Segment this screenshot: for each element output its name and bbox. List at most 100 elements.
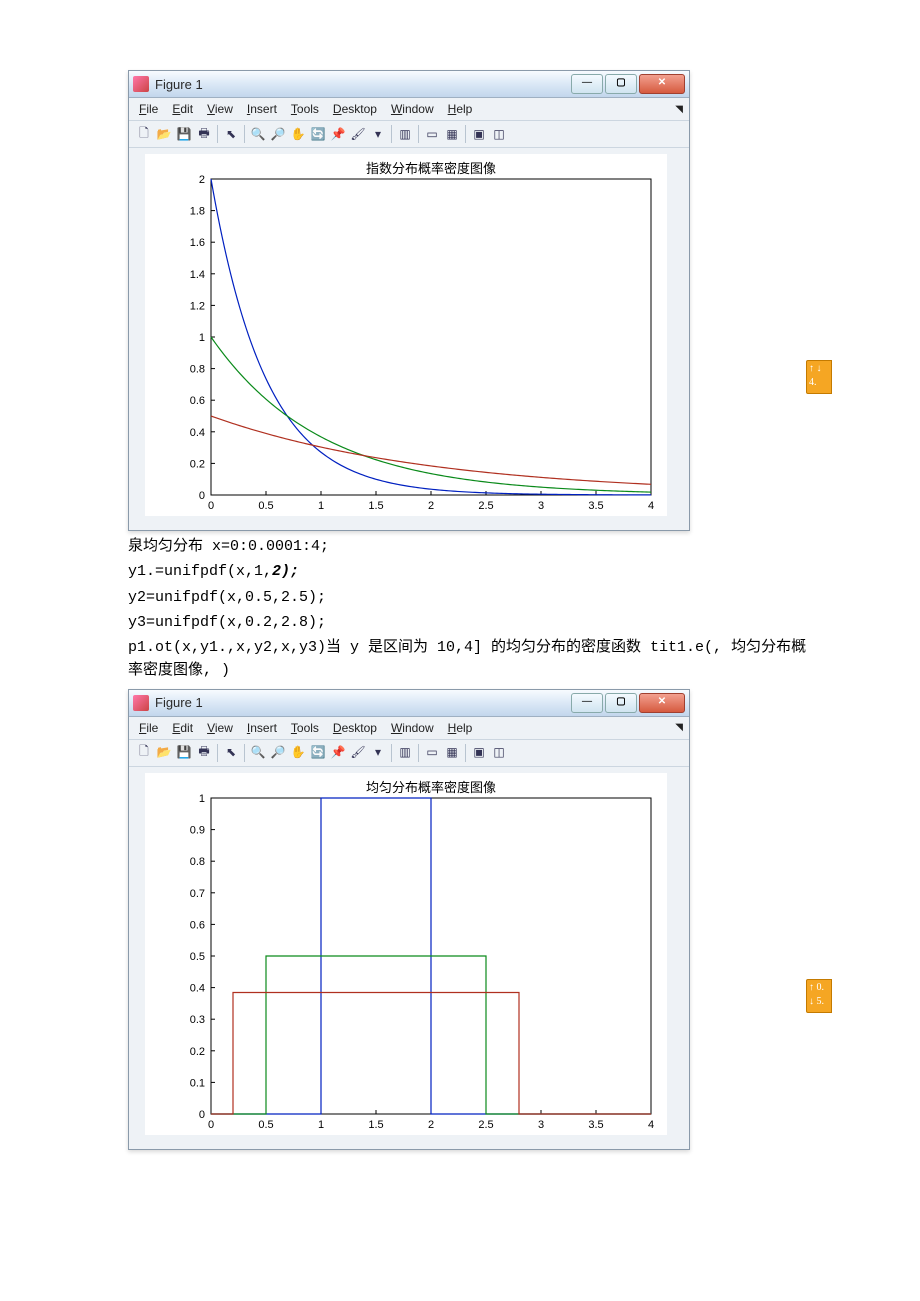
open-icon[interactable]: 📂 — [155, 125, 173, 143]
svg-text:0: 0 — [199, 1109, 205, 1121]
side-tab[interactable]: ↑ 0. ↓ 5. — [806, 979, 832, 1013]
zoom-in-icon[interactable]: 🔍 — [249, 744, 267, 762]
svg-text:0.8: 0.8 — [190, 364, 205, 376]
matlab-icon — [133, 76, 149, 92]
svg-text:1.6: 1.6 — [190, 237, 205, 249]
data-cursor-icon[interactable]: 📌 — [329, 744, 347, 762]
insert-colorbar-icon[interactable]: ▦ — [443, 744, 461, 762]
menu-tools[interactable]: Tools — [291, 721, 319, 735]
menu-file[interactable]: File — [139, 102, 158, 116]
data-cursor-icon[interactable]: 📌 — [329, 125, 347, 143]
insert-legend-icon[interactable]: ▭ — [423, 744, 441, 762]
svg-text:1: 1 — [199, 793, 205, 805]
new-icon[interactable]: 🗋 — [135, 125, 153, 143]
svg-text:0.6: 0.6 — [190, 395, 205, 407]
titlebar[interactable]: Figure 1 — ▢ ✕ — [129, 690, 689, 717]
colorbar-icon[interactable]: ▥ — [396, 125, 414, 143]
zoom-out-icon[interactable]: 🔎 — [269, 125, 287, 143]
zoom-out-icon[interactable]: 🔎 — [269, 744, 287, 762]
pan-icon[interactable]: ✋ — [289, 125, 307, 143]
svg-text:0.4: 0.4 — [190, 982, 205, 994]
link-icon[interactable]: ▾ — [369, 125, 387, 143]
svg-text:0.4: 0.4 — [190, 427, 205, 439]
zoom-in-icon[interactable]: 🔍 — [249, 125, 267, 143]
close-button[interactable]: ✕ — [639, 74, 685, 94]
print-icon[interactable]: 🖶 — [195, 125, 213, 143]
code-line: p1.ot(x,y1.,x,y2,x,y3)当 y 是区间为 10,4] 的均匀… — [128, 636, 810, 683]
maximize-button[interactable]: ▢ — [605, 74, 637, 94]
open-icon[interactable]: 📂 — [155, 744, 173, 762]
uniform-chart: 均匀分布概率密度图像00.511.522.533.5400.10.20.30.4… — [145, 773, 667, 1135]
new-icon[interactable]: 🗋 — [135, 744, 153, 762]
insert-legend-icon[interactable]: ▭ — [423, 125, 441, 143]
brush-icon[interactable]: 🖌 — [349, 744, 367, 762]
pointer-icon[interactable]: ⬉ — [222, 125, 240, 143]
menu-insert[interactable]: Insert — [247, 721, 277, 735]
minimize-button[interactable]: — — [571, 74, 603, 94]
maximize-button[interactable]: ▢ — [605, 693, 637, 713]
insert-colorbar-icon[interactable]: ▦ — [443, 125, 461, 143]
rotate-icon[interactable]: 🔄 — [309, 125, 327, 143]
menu-view[interactable]: View — [207, 721, 233, 735]
menu-file[interactable]: File — [139, 721, 158, 735]
svg-text:1.5: 1.5 — [368, 1119, 383, 1131]
hide-plot-tools-icon[interactable]: ▣ — [470, 125, 488, 143]
menu-edit[interactable]: Edit — [172, 721, 193, 735]
toolbar[interactable]: 🗋 📂 💾 🖶 ⬉ 🔍 🔎 ✋ 🔄 📌 🖌 ▾ ▥ ▭ ▦ ▣ ◫ — [129, 740, 689, 767]
window-title: Figure 1 — [155, 695, 571, 710]
svg-text:2.5: 2.5 — [478, 500, 493, 512]
svg-text:0.5: 0.5 — [258, 1119, 273, 1131]
figure-window-1: Figure 1 — ▢ ✕ File Edit View Insert Too… — [128, 70, 690, 531]
svg-text:0.1: 0.1 — [190, 1077, 205, 1089]
show-plot-tools-icon[interactable]: ◫ — [490, 125, 508, 143]
save-icon[interactable]: 💾 — [175, 744, 193, 762]
svg-text:0.6: 0.6 — [190, 919, 205, 931]
menubar[interactable]: File Edit View Insert Tools Desktop Wind… — [129, 717, 689, 740]
titlebar[interactable]: Figure 1 — ▢ ✕ — [129, 71, 689, 98]
svg-text:0.8: 0.8 — [190, 856, 205, 868]
code-line: y3=unifpdf(x,0.2,2.8); — [128, 611, 810, 634]
svg-text:3.5: 3.5 — [588, 1119, 603, 1131]
menu-desktop[interactable]: Desktop — [333, 721, 377, 735]
pan-icon[interactable]: ✋ — [289, 744, 307, 762]
colorbar-icon[interactable]: ▥ — [396, 744, 414, 762]
brush-icon[interactable]: 🖌 — [349, 125, 367, 143]
svg-text:0.2: 0.2 — [190, 458, 205, 470]
menu-window[interactable]: Window — [391, 102, 434, 116]
menu-tools[interactable]: Tools — [291, 102, 319, 116]
show-plot-tools-icon[interactable]: ◫ — [490, 744, 508, 762]
code-line: 泉均匀分布 x=0:0.0001:4; — [128, 535, 810, 558]
menu-view[interactable]: View — [207, 102, 233, 116]
svg-text:3: 3 — [538, 1119, 544, 1131]
hide-plot-tools-icon[interactable]: ▣ — [470, 744, 488, 762]
save-icon[interactable]: 💾 — [175, 125, 193, 143]
menu-overflow-icon[interactable]: ◥ — [675, 722, 683, 733]
menubar[interactable]: File Edit View Insert Tools Desktop Wind… — [129, 98, 689, 121]
matlab-icon — [133, 695, 149, 711]
svg-text:0: 0 — [199, 490, 205, 502]
code-line: y1.=unifpdf(x,1,2); — [128, 560, 810, 583]
rotate-icon[interactable]: 🔄 — [309, 744, 327, 762]
menu-insert[interactable]: Insert — [247, 102, 277, 116]
minimize-button[interactable]: — — [571, 693, 603, 713]
menu-overflow-icon[interactable]: ◥ — [675, 104, 683, 115]
close-button[interactable]: ✕ — [639, 693, 685, 713]
svg-text:0.5: 0.5 — [258, 500, 273, 512]
side-tab[interactable]: ↑ ↓ 4. — [806, 360, 832, 394]
window-title: Figure 1 — [155, 77, 571, 92]
menu-help[interactable]: Help — [448, 721, 473, 735]
pointer-icon[interactable]: ⬉ — [222, 744, 240, 762]
print-icon[interactable]: 🖶 — [195, 744, 213, 762]
toolbar[interactable]: 🗋 📂 💾 🖶 ⬉ 🔍 🔎 ✋ 🔄 📌 🖌 ▾ ▥ ▭ ▦ ▣ ◫ — [129, 121, 689, 148]
svg-text:2.5: 2.5 — [478, 1119, 493, 1131]
menu-desktop[interactable]: Desktop — [333, 102, 377, 116]
svg-text:均匀分布概率密度图像: 均匀分布概率密度图像 — [366, 780, 496, 795]
svg-text:3: 3 — [538, 500, 544, 512]
link-icon[interactable]: ▾ — [369, 744, 387, 762]
svg-text:2: 2 — [199, 174, 205, 186]
svg-text:0.5: 0.5 — [190, 951, 205, 963]
menu-window[interactable]: Window — [391, 721, 434, 735]
menu-edit[interactable]: Edit — [172, 102, 193, 116]
figure-window-2: Figure 1 — ▢ ✕ File Edit View Insert Too… — [128, 689, 690, 1150]
menu-help[interactable]: Help — [448, 102, 473, 116]
